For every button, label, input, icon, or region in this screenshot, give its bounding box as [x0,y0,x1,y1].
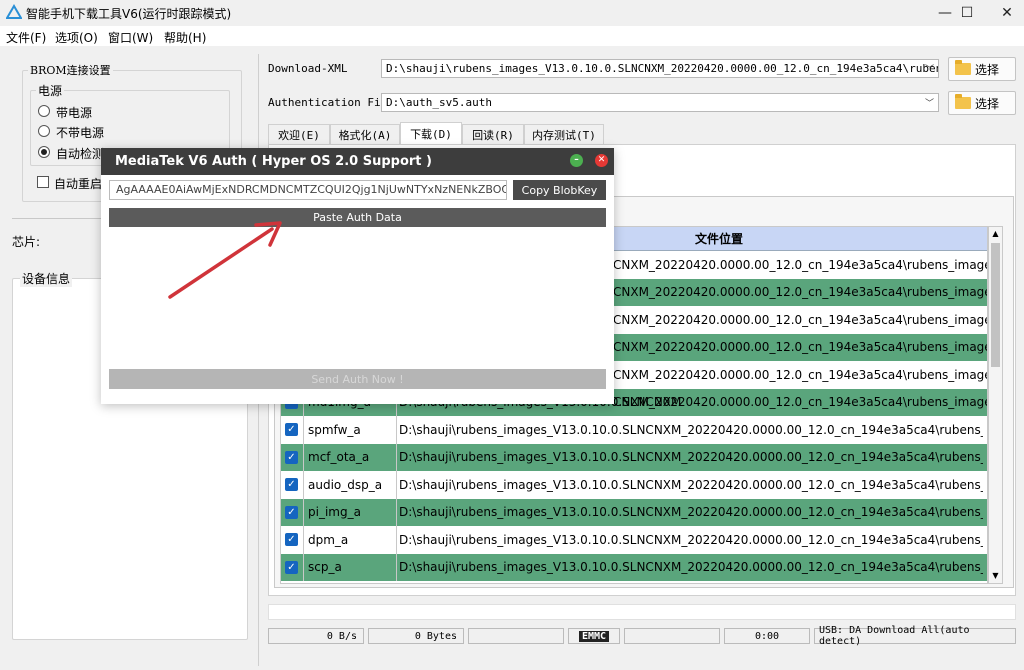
tab-welcome[interactable]: 欢迎(E) [268,124,330,144]
radio-without-battery-label: 不带电源 [56,126,105,140]
status-empty2 [624,628,720,644]
row-location: D:\shauji\rubens_images_V13.0.10.0.SLNCN… [399,450,983,465]
row-name: scp_a [308,560,342,575]
radio-auto-detect-label: 自动检测 [56,147,105,161]
row-location: D:\shauji\rubens_images_V13.0.10.0.SLNCN… [399,505,983,520]
tab-readback[interactable]: 回读(R) [462,124,524,144]
scroll-down-icon[interactable]: ▼ [989,569,1002,583]
row-location: CNXM_20220420.0000.00_12.0_cn_194e3a5ca4… [613,257,987,272]
radio-with-battery-label: 带电源 [56,106,93,120]
status-bytes: 0 Bytes [368,628,464,644]
copy-blobkey-button[interactable]: Copy BlobKey [513,180,606,200]
auth-file-combo[interactable]: D:\auth_sv5.auth ﹀ [381,93,939,112]
row-name: pi_img_a [308,505,361,520]
row-location: CNXM_20220420.0000.00_12.0_cn_194e3a5ca4… [613,312,987,327]
scroll-thumb[interactable] [991,243,1000,367]
radio-without-battery[interactable] [38,125,50,137]
row-location: CNXM_20220420.0000.00_12.0_cn_194e3a5ca4… [613,340,987,355]
menu-help[interactable]: 帮助(H) [164,29,206,46]
radio-with-battery[interactable] [38,105,50,117]
close-button[interactable]: ✕ [984,0,1024,26]
window-title: 智能手机下载工具V6(运行时跟踪模式) [26,7,232,21]
app-logo-icon [6,4,22,19]
chip-label: 芯片: [12,235,41,249]
auth-file-label: Authentication File [268,96,394,109]
row-location: CNXM_20220420.0000.00_12.0_cn_194e3a5ca4… [613,285,987,300]
row-checkbox[interactable]: ✓ [285,450,298,464]
brom-group-label: BROM连接设置 [28,62,113,78]
row-location: D:\shauji\rubens_images_V13.0.10.0.SLNCN… [399,422,983,437]
menu-bar: 文件(F) 选项(O) 窗口(W) 帮助(H) [0,26,1024,46]
choose-auth-label: 选择 [975,96,1000,111]
folder-icon [955,60,971,75]
dialog-title-bar[interactable]: MediaTek V6 Auth ( Hyper OS 2.0 Support … [101,148,614,175]
choose-auth-button[interactable]: 选择 [948,91,1016,115]
table-row[interactable]: ✓ spmfw_a D:\shauji\rubens_images_V13.0.10… [281,416,987,444]
row-name: spmfw_a [308,422,361,437]
table-row[interactable]: ✓ pi_img_a D:\shauji\rubens_images_V13.0.1… [281,498,987,526]
row-checkbox[interactable]: ✓ [285,423,298,436]
download-xml-combo[interactable]: D:\shauji\rubens_images_V13.0.10.0.SLNCN… [381,59,939,78]
download-xml-value: D:\shauji\rubens_images_V13.0.10.0.SLNCN… [386,62,939,75]
row-checkbox[interactable]: ✓ [285,478,298,491]
row-location: D:\shauji\rubens_images_V13.0.10.0.SLNCN… [399,532,983,547]
row-name: audio_dsp_a [308,477,383,492]
chevron-down-icon: ﹀ [924,65,934,75]
title-bar: 智能手机下载工具V6(运行时跟踪模式) — ☐ ✕ [0,0,1024,26]
storage-badge: EMMC [578,630,610,642]
table-row[interactable]: ✓ dpm_a D:\shauji\rubens_images_V13.0.10.0… [281,526,987,554]
dialog-title: MediaTek V6 Auth ( Hyper OS 2.0 Support … [115,154,432,169]
row-location: D:\shauji\rubens_images_V13.0.10.0.SLNCN… [399,477,983,492]
status-speed: 0 B/s [268,628,364,644]
progress-bar [268,604,1016,620]
row-location: CNXM_20220420.0000.00_12.0_cn_194e3a5ca4… [613,367,987,382]
row-location: D:\shauji\rubens_images_V13.0.10.0.SLNCN… [399,560,983,575]
menu-window[interactable]: 窗口(W) [108,29,153,46]
tab-memory-test[interactable]: 内存测试(T) [524,124,604,144]
auto-reboot-label: 自动重启 [54,177,103,191]
blobkey-input[interactable]: AgAAAAE0AiAwMjExNDRCMDNCMTZCQUI2Qjg1NjUw… [109,180,507,200]
auto-reboot-checkbox[interactable] [37,176,49,188]
chevron-down-icon: ﹀ [924,99,934,109]
scroll-up-icon[interactable]: ▲ [989,227,1002,241]
tab-download[interactable]: 下载(D) [400,122,462,144]
minimize-dialog-icon[interactable]: – [570,154,583,167]
folder-icon [955,94,971,109]
menu-options[interactable]: 选项(O) [55,29,98,46]
header-location: 文件位置 [694,232,743,246]
status-storage: EMMC [568,628,620,644]
table-row[interactable]: ✓ mcf_ota_a D:\shauji\rubens_images_V13.0.… [281,443,987,471]
status-mode: USB: DA Download All(auto detect) [814,625,1016,647]
tab-format[interactable]: 格式化(A) [330,124,400,144]
send-auth-button[interactable]: Send Auth Now ! [109,369,606,389]
menu-file[interactable]: 文件(F) [6,29,46,46]
auth-file-value: D:\auth_sv5.auth [386,96,492,109]
close-dialog-icon[interactable]: ✕ [595,154,608,167]
row-name: mcf_ota_a [308,450,370,465]
choose-xml-button[interactable]: 选择 [948,57,1016,81]
choose-xml-label: 选择 [975,62,1000,77]
table-row[interactable]: ✓ scp_a D:\shauji\rubens_images_V13.0.10.0… [281,553,987,581]
row-checkbox[interactable]: ✓ [285,560,298,574]
radio-auto-detect[interactable] [38,146,50,158]
device-info-label: 设备信息 [20,270,73,287]
power-group-label: 电源 [36,82,65,99]
blobkey-value: AgAAAAE0AiAwMjExNDRCMDNCMTZCQUI2Qjg1NjUw… [116,183,507,196]
download-xml-label: Download-XML [268,62,348,75]
table-row[interactable]: ✓ audio_dsp_a D:\shauji\rubens_images_V13.… [281,471,987,499]
row-checkbox[interactable]: ✓ [285,533,298,546]
row-name: dpm_a [308,532,349,547]
status-time: 0:00 [724,628,810,644]
row-checkbox[interactable]: ✓ [285,505,298,519]
annotation-arrow-icon [168,221,282,299]
status-empty [468,628,564,644]
table-scrollbar[interactable]: ▲ ▼ [988,226,1003,584]
row-location: CNXM_20220420.0000.00_12.0_cn_194e3a5ca4… [613,395,987,410]
